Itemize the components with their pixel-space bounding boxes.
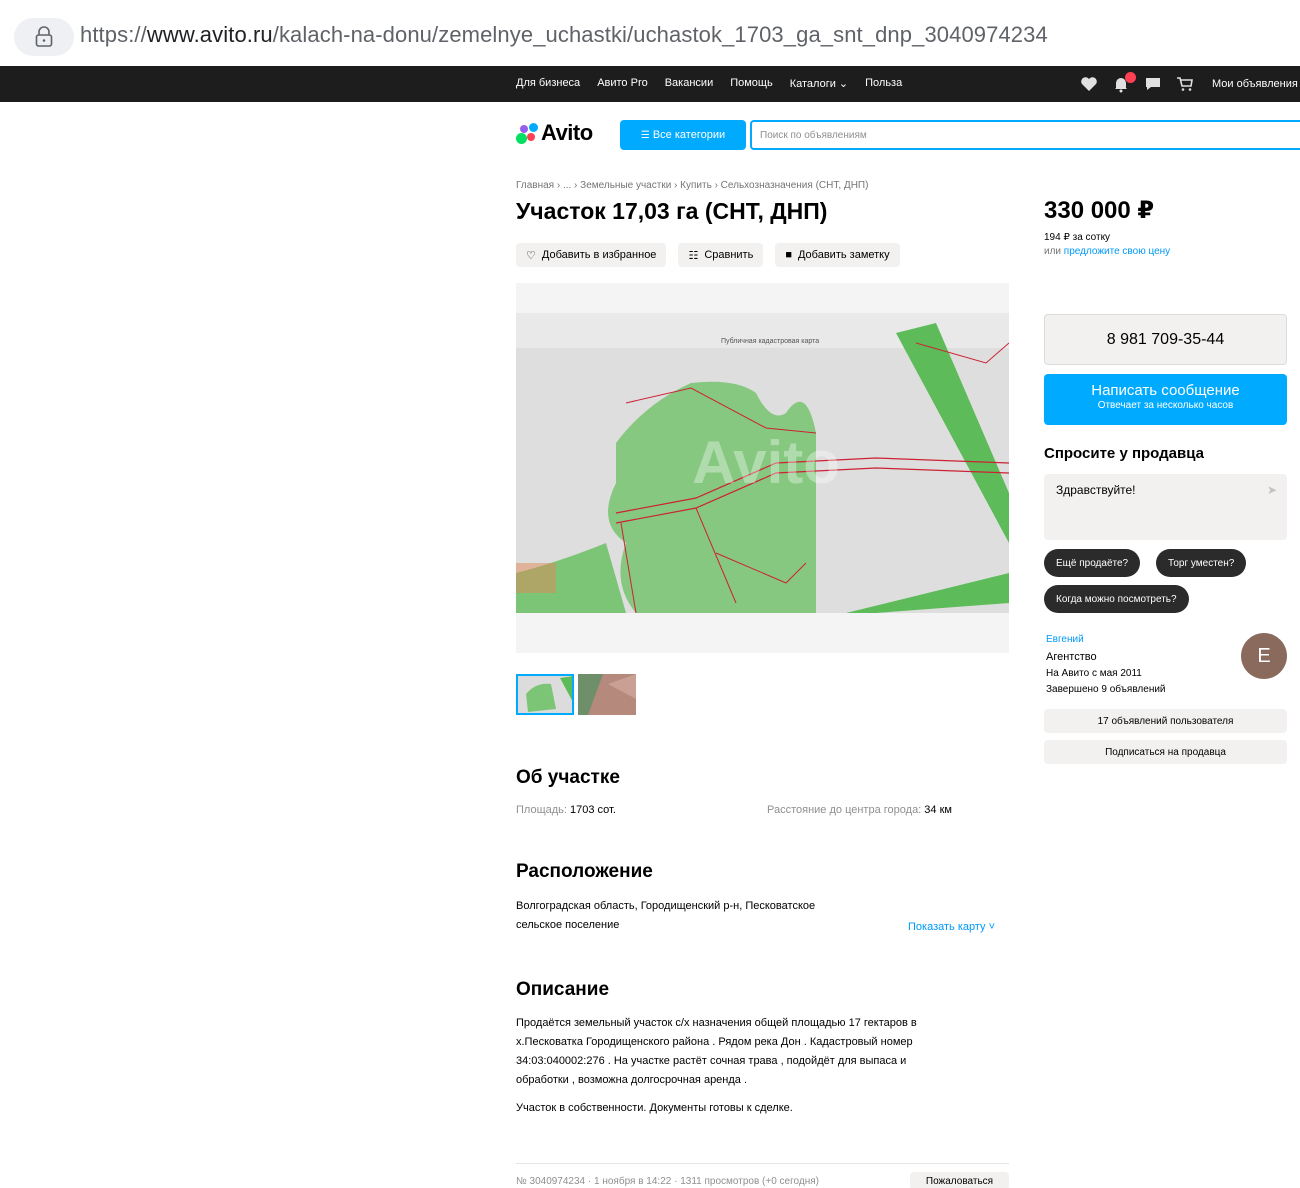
nav-link-avito-pro[interactable]: Авито Pro bbox=[597, 77, 648, 90]
seller-type: Агентство bbox=[1046, 651, 1097, 663]
search-placeholder: Поиск по объявлениям bbox=[760, 129, 867, 141]
price-per-sotka: 194 ₽ за сотку bbox=[1044, 232, 1111, 243]
response-time-label: Отвечает за несколько часов bbox=[1097, 400, 1234, 411]
description-line: обработки , возможна долгосрочная аренда… bbox=[516, 1074, 748, 1086]
write-message-button[interactable]: Написать сообщение Отвечает за несколько… bbox=[1044, 374, 1287, 425]
quick-question-viewing[interactable]: Когда можно посмотреть? bbox=[1044, 585, 1189, 613]
write-message-label: Написать сообщение bbox=[1091, 382, 1240, 399]
url-host: www.avito.ru bbox=[146, 22, 273, 47]
area-label: Площадь: bbox=[516, 804, 570, 816]
thumbnail-aerial-image bbox=[578, 674, 636, 715]
user-ads-button[interactable]: 17 объявлений пользователя bbox=[1044, 709, 1287, 733]
all-categories-label: Все категории bbox=[652, 129, 726, 141]
ask-seller-input[interactable]: Здравствуйте! ➤ bbox=[1044, 474, 1287, 540]
ask-seller-heading: Спросите у продавца bbox=[1044, 445, 1204, 462]
add-note-label: Добавить заметку bbox=[797, 249, 890, 261]
distance-label: Расстояние до центра города: bbox=[767, 804, 925, 816]
watermark-text: Avito bbox=[692, 429, 840, 496]
page-title: Участок 17,03 га (СНТ, ДНП) bbox=[516, 198, 828, 224]
distance-value: 34 км bbox=[924, 804, 952, 816]
ask-seller-value: Здравствуйте! bbox=[1056, 483, 1136, 497]
url-path: /kalach-na-donu/zemelnye_uchastki/uchast… bbox=[272, 22, 1048, 47]
search-input[interactable]: Поиск по объявлениям bbox=[750, 120, 1300, 150]
show-map-link[interactable]: Показать карту ˅ bbox=[908, 918, 995, 937]
note-icon: ■ bbox=[785, 249, 792, 261]
about-heading: Об участке bbox=[516, 767, 620, 788]
thumbnail-map-image bbox=[516, 674, 574, 715]
browser-address-bar: https://www.avito.ru/kalach-na-donu/zeme… bbox=[0, 0, 1300, 68]
distance-param: Расстояние до центра города: 34 км bbox=[767, 804, 952, 816]
messages-icon[interactable] bbox=[1144, 74, 1166, 94]
location-heading: Расположение bbox=[516, 861, 653, 882]
complain-button[interactable]: Пожаловаться bbox=[910, 1172, 1009, 1188]
nav-link-catalogs[interactable]: Каталоги ⌄ bbox=[790, 77, 848, 90]
description-line: 34:03:040002:276 . На участке растёт соч… bbox=[516, 1055, 907, 1067]
avatar[interactable]: E bbox=[1241, 633, 1287, 679]
nav-link-help[interactable]: Помощь bbox=[730, 77, 773, 90]
notifications-bell-icon[interactable] bbox=[1112, 72, 1136, 94]
lock-icon bbox=[35, 26, 53, 47]
map-caption: Публичная кадастровая карта bbox=[721, 337, 819, 345]
item-actions: ♡ Добавить в избранное ☷ Сравнить ■ Доба… bbox=[516, 243, 912, 267]
seller-name-link[interactable]: Евгений bbox=[1046, 634, 1084, 645]
my-ads-link[interactable]: Мои объявления bbox=[1212, 78, 1298, 90]
seller-completed-ads: Завершено 9 объявлений bbox=[1046, 684, 1166, 695]
address-line-1: Волгоградская область, Городищенский р-н… bbox=[516, 900, 816, 912]
thumbnail-aerial[interactable] bbox=[578, 674, 636, 715]
description-line: Продаётся земельный участок с/х назначен… bbox=[516, 1017, 917, 1029]
avito-logo[interactable]: Avito bbox=[516, 120, 593, 146]
area-param: Площадь: 1703 сот. bbox=[516, 804, 616, 816]
address-url[interactable]: https://www.avito.ru/kalach-na-donu/zeme… bbox=[80, 22, 1048, 48]
seller-since: На Авито с мая 2011 bbox=[1046, 668, 1142, 679]
ad-meta: № 3040974234 · 1 ноября в 14:22 · 1311 п… bbox=[516, 1176, 819, 1187]
description-paragraph-2: Участок в собственности. Документы готов… bbox=[516, 1102, 793, 1114]
cadastral-map-image: Публичная кадастровая карта Avito bbox=[516, 283, 1009, 653]
nav-link-benefit[interactable]: Польза bbox=[865, 77, 902, 90]
top-navigation: Для бизнеса Авито Pro Вакансии Помощь Ка… bbox=[0, 66, 1300, 102]
offer-price-link[interactable]: предложите свою цену bbox=[1064, 246, 1170, 257]
photo-thumbnails bbox=[516, 674, 640, 715]
thumbnail-map[interactable] bbox=[516, 674, 574, 715]
offer-prefix: или bbox=[1044, 246, 1064, 257]
address-text: Волгоградская область, Городищенский р-н… bbox=[516, 897, 896, 935]
compare-label: Сравнить bbox=[704, 249, 754, 261]
quick-question-still-selling[interactable]: Ещё продаёте? bbox=[1044, 549, 1141, 577]
logo-dots-icon bbox=[516, 122, 538, 144]
price: 330 000 ₽ bbox=[1044, 197, 1155, 224]
address-line-2: сельское поселение bbox=[516, 919, 620, 931]
quick-question-bargain[interactable]: Торг уместен? bbox=[1156, 549, 1247, 577]
logo-text: Avito bbox=[541, 120, 593, 145]
add-to-favorites-button[interactable]: ♡ Добавить в избранное bbox=[516, 243, 667, 267]
categories-search-icon: ☰ bbox=[640, 129, 650, 141]
nav-link-business[interactable]: Для бизнеса bbox=[516, 77, 580, 90]
url-scheme: https:// bbox=[80, 22, 147, 47]
compare-icon: ☷ bbox=[688, 249, 699, 262]
breadcrumb[interactable]: Главная › ... › Земельные участки › Купи… bbox=[516, 180, 868, 191]
heart-outline-icon: ♡ bbox=[526, 249, 536, 262]
cart-icon[interactable] bbox=[1176, 74, 1198, 94]
offer-price: или предложите свою цену bbox=[1044, 246, 1170, 257]
send-arrow-icon[interactable]: ➤ bbox=[1267, 483, 1277, 497]
show-phone-button[interactable]: 8 981 709-35-44 bbox=[1044, 314, 1287, 365]
add-note-button[interactable]: ■ Добавить заметку bbox=[775, 243, 900, 267]
main-photo[interactable]: Публичная кадастровая карта Avito bbox=[516, 283, 1009, 653]
compare-button[interactable]: ☷ Сравнить bbox=[678, 243, 764, 267]
description-heading: Описание bbox=[516, 979, 610, 1000]
description-line: х.Песковатка Городищенского района . Ряд… bbox=[516, 1036, 913, 1048]
subscribe-seller-button[interactable]: Подписаться на продавца bbox=[1044, 740, 1287, 764]
area-value: 1703 сот. bbox=[570, 804, 616, 816]
nav-link-vacancies[interactable]: Вакансии bbox=[665, 77, 714, 90]
add-to-favorites-label: Добавить в избранное bbox=[541, 249, 657, 261]
description-text: Продаётся земельный участок с/х назначен… bbox=[516, 1014, 996, 1090]
site-info-button[interactable] bbox=[14, 18, 74, 56]
notification-badge bbox=[1125, 72, 1136, 83]
divider bbox=[516, 1163, 1009, 1164]
all-categories-button[interactable]: ☰ Все категории bbox=[620, 120, 746, 150]
favorites-heart-icon[interactable] bbox=[1080, 74, 1102, 94]
